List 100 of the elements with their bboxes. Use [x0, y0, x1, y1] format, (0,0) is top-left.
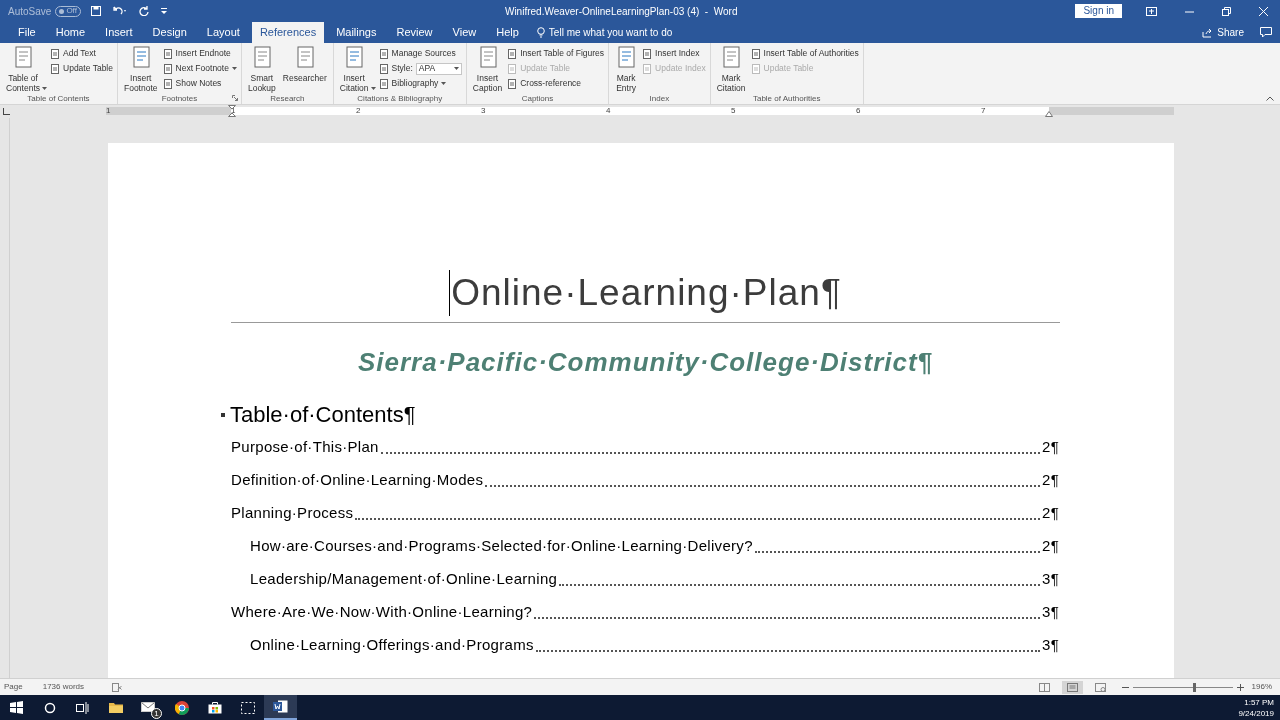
- group-label: Footnotes: [161, 93, 198, 105]
- style-dropdown[interactable]: APA: [415, 62, 462, 75]
- ribbon-button[interactable]: Show Notes: [162, 77, 222, 90]
- small-command-icon: [378, 63, 389, 74]
- page-number: 3¶: [1042, 568, 1059, 589]
- right-indent-marker-icon[interactable]: [1045, 111, 1053, 117]
- clock-time[interactable]: 1:57 PM: [1244, 696, 1274, 708]
- ribbon-button[interactable]: Manage Sources: [378, 47, 456, 60]
- tab-selector[interactable]: [3, 108, 10, 115]
- ribbon-tab[interactable]: Insert: [97, 22, 141, 43]
- word-count[interactable]: 1736 words: [42, 681, 85, 693]
- customize-icon[interactable]: [161, 7, 167, 15]
- ribbon-tab[interactable]: Review: [388, 22, 441, 43]
- document-icon: [343, 46, 366, 70]
- word-app-icon[interactable]: [273, 700, 288, 713]
- caret-icon: [441, 82, 447, 85]
- window-title: Winifred.Weaver-OnlineLearningPlan-03 (4) - Word: [504, 4, 738, 19]
- ribbon-button[interactable]: Researcher: [280, 46, 329, 93]
- task-view-icon[interactable]: [76, 701, 89, 714]
- web-layout-icon[interactable]: [1094, 682, 1106, 692]
- close-icon[interactable]: [1259, 6, 1268, 16]
- toc-entry[interactable]: Leadership/Management·of·Online·Learning: [250, 567, 558, 590]
- ruler-number: 1: [106, 107, 111, 115]
- ribbon-button[interactable]: Mark Entry: [613, 46, 640, 93]
- ribbon-button[interactable]: Insert Endnote: [162, 47, 231, 60]
- ribbon-button[interactable]: Bibliography: [378, 77, 447, 90]
- ribbon-button[interactable]: Next Footnote: [162, 62, 237, 75]
- page-number: 2¶: [1042, 502, 1059, 523]
- ribbon-tab[interactable]: File: [10, 22, 44, 43]
- small-command-icon: [162, 48, 173, 59]
- envelope-icon[interactable]: [140, 701, 157, 714]
- ribbon-button[interactable]: Mark Citation: [714, 46, 748, 93]
- zoom-in-icon[interactable]: [1236, 683, 1244, 691]
- toc-entry[interactable]: How·are·Courses·and·Programs·Selected·for·Online·Learning·Delivery?: [250, 534, 753, 557]
- print-layout-icon[interactable]: [1066, 682, 1078, 692]
- shopping-bag-icon[interactable]: [207, 701, 222, 714]
- comments-icon[interactable]: [1260, 27, 1272, 38]
- clock-date[interactable]: 9/24/2019: [1238, 707, 1274, 719]
- page-number: 3¶: [1042, 601, 1059, 622]
- ribbon-button[interactable]: Insert Table of Figures: [507, 47, 605, 60]
- small-command-icon: [750, 48, 761, 59]
- document-title: Online·Learning·Plan¶: [449, 270, 842, 316]
- windows-start-icon[interactable]: [10, 701, 23, 714]
- dialog-launcher-icon[interactable]: [231, 95, 238, 101]
- group-label: Table of Contents: [27, 93, 90, 105]
- toc-entry[interactable]: Planning·Process: [231, 501, 354, 524]
- toc-heading: Table·of·Contents¶: [230, 401, 416, 429]
- ribbon-tab[interactable]: Home: [47, 22, 94, 43]
- toc-entry[interactable]: Where·Are·We·Now·With·Online·Learning?: [231, 600, 533, 623]
- group-label: Citations & Bibliography: [357, 93, 443, 105]
- toc-entry[interactable]: Purpose·of·This·Plan: [231, 435, 379, 458]
- page-number: 2¶: [1042, 469, 1059, 490]
- share-button[interactable]: Share: [1202, 22, 1244, 43]
- browser-icon[interactable]: [174, 700, 189, 715]
- autosave-label: AutoSave: [8, 4, 52, 19]
- document-icon: [720, 46, 743, 70]
- toc-entry[interactable]: Online·Learning·Offerings·and·Programs: [250, 633, 534, 656]
- save-icon[interactable]: [91, 6, 101, 16]
- share-icon: [1202, 27, 1214, 38]
- page-number: 2¶: [1042, 535, 1059, 556]
- zoom-level[interactable]: 196%: [1251, 681, 1272, 693]
- ribbon-button[interactable]: Smart Lookup: [245, 46, 278, 93]
- search-icon[interactable]: [43, 701, 56, 714]
- ribbon-tab[interactable]: Help: [488, 22, 527, 43]
- ribbon-button[interactable]: Update Table: [50, 62, 113, 75]
- ribbon-button[interactable]: Add Text: [50, 47, 96, 60]
- ribbon-tab[interactable]: View: [444, 22, 485, 43]
- document-subtitle: Sierra·Pacific·Community·College·District¶: [357, 347, 934, 377]
- ribbon-button[interactable]: Insert Caption: [470, 46, 505, 93]
- tell-me-field[interactable]: Tell me what you want to do: [536, 22, 689, 43]
- undo-icon[interactable]: [113, 6, 127, 16]
- ribbon-button[interactable]: Insert Table of Authorities: [750, 47, 859, 60]
- group-label: Research: [270, 93, 305, 105]
- redo-icon[interactable]: [139, 6, 149, 16]
- ribbon-button[interactable]: Cross-reference: [507, 77, 582, 90]
- sign-in-button[interactable]: Sign in: [1075, 4, 1122, 18]
- proofing-icon[interactable]: [112, 682, 123, 692]
- ribbon-button[interactable]: Insert Citation: [337, 46, 376, 93]
- collapse-ribbon-icon[interactable]: [1266, 96, 1274, 101]
- small-command-icon: [642, 63, 653, 74]
- ribbon-button[interactable]: Table of Contents: [4, 46, 48, 93]
- ribbon-tab[interactable]: References: [251, 22, 325, 43]
- toc-entry[interactable]: Definition·of·Online·Learning·Modes: [231, 468, 484, 491]
- ribbon-tab[interactable]: Mailings: [328, 22, 385, 43]
- document-icon: [615, 46, 638, 70]
- ribbon-button[interactable]: Insert Footnote: [121, 46, 160, 93]
- ruler-number: 7: [981, 107, 986, 115]
- folder-icon[interactable]: [108, 702, 123, 713]
- ribbon-button[interactable]: Insert Index: [642, 47, 700, 60]
- ribbon-display-icon[interactable]: [1146, 6, 1157, 16]
- page-number: 3¶: [1042, 634, 1059, 655]
- small-command-icon: [378, 48, 389, 59]
- page-indicator[interactable]: Page: [4, 681, 23, 693]
- read-mode-icon[interactable]: [1038, 682, 1050, 692]
- indent-marker-icon[interactable]: [228, 105, 236, 117]
- ribbon-tab[interactable]: Layout: [198, 22, 248, 43]
- small-command-icon: [507, 78, 518, 89]
- zoom-slider[interactable]: [1132, 682, 1233, 692]
- restore-icon[interactable]: [1222, 6, 1231, 16]
- ribbon-tab[interactable]: Design: [144, 22, 195, 43]
